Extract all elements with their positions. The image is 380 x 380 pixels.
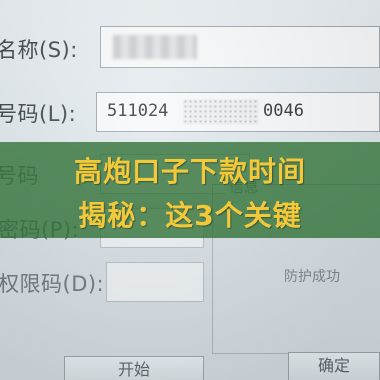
status-text: 防护成功 <box>284 269 340 285</box>
number-value-prefix: 511024 <box>107 101 169 121</box>
photographed-screen: 名称(S): 号码(L): 511024 0046 号码 信息 密码(P): 权… <box>0 0 380 380</box>
start-button-label: 开始 <box>117 360 150 379</box>
permission-code-field-label: 权限码(D): <box>0 272 105 296</box>
banner-line-2: 揭秘：这3个关键 <box>78 199 302 232</box>
start-button[interactable]: 开始 <box>64 356 204 380</box>
name-redacted-block <box>113 35 197 59</box>
confirm-button[interactable]: 确定 <box>288 352 380 380</box>
banner-line-1: 高炮口子下款时间 <box>73 155 306 188</box>
number-input[interactable]: 511024 0046 <box>96 92 380 132</box>
number-field-label: 号码(L): <box>0 102 77 126</box>
number-redacted-block <box>183 99 259 125</box>
name-field-label: 名称(S): <box>0 38 78 62</box>
permission-code-input[interactable] <box>106 262 204 302</box>
confirm-button-label: 确定 <box>317 356 350 375</box>
name-input[interactable] <box>100 26 380 68</box>
number-value-suffix: 0046 <box>263 101 304 121</box>
